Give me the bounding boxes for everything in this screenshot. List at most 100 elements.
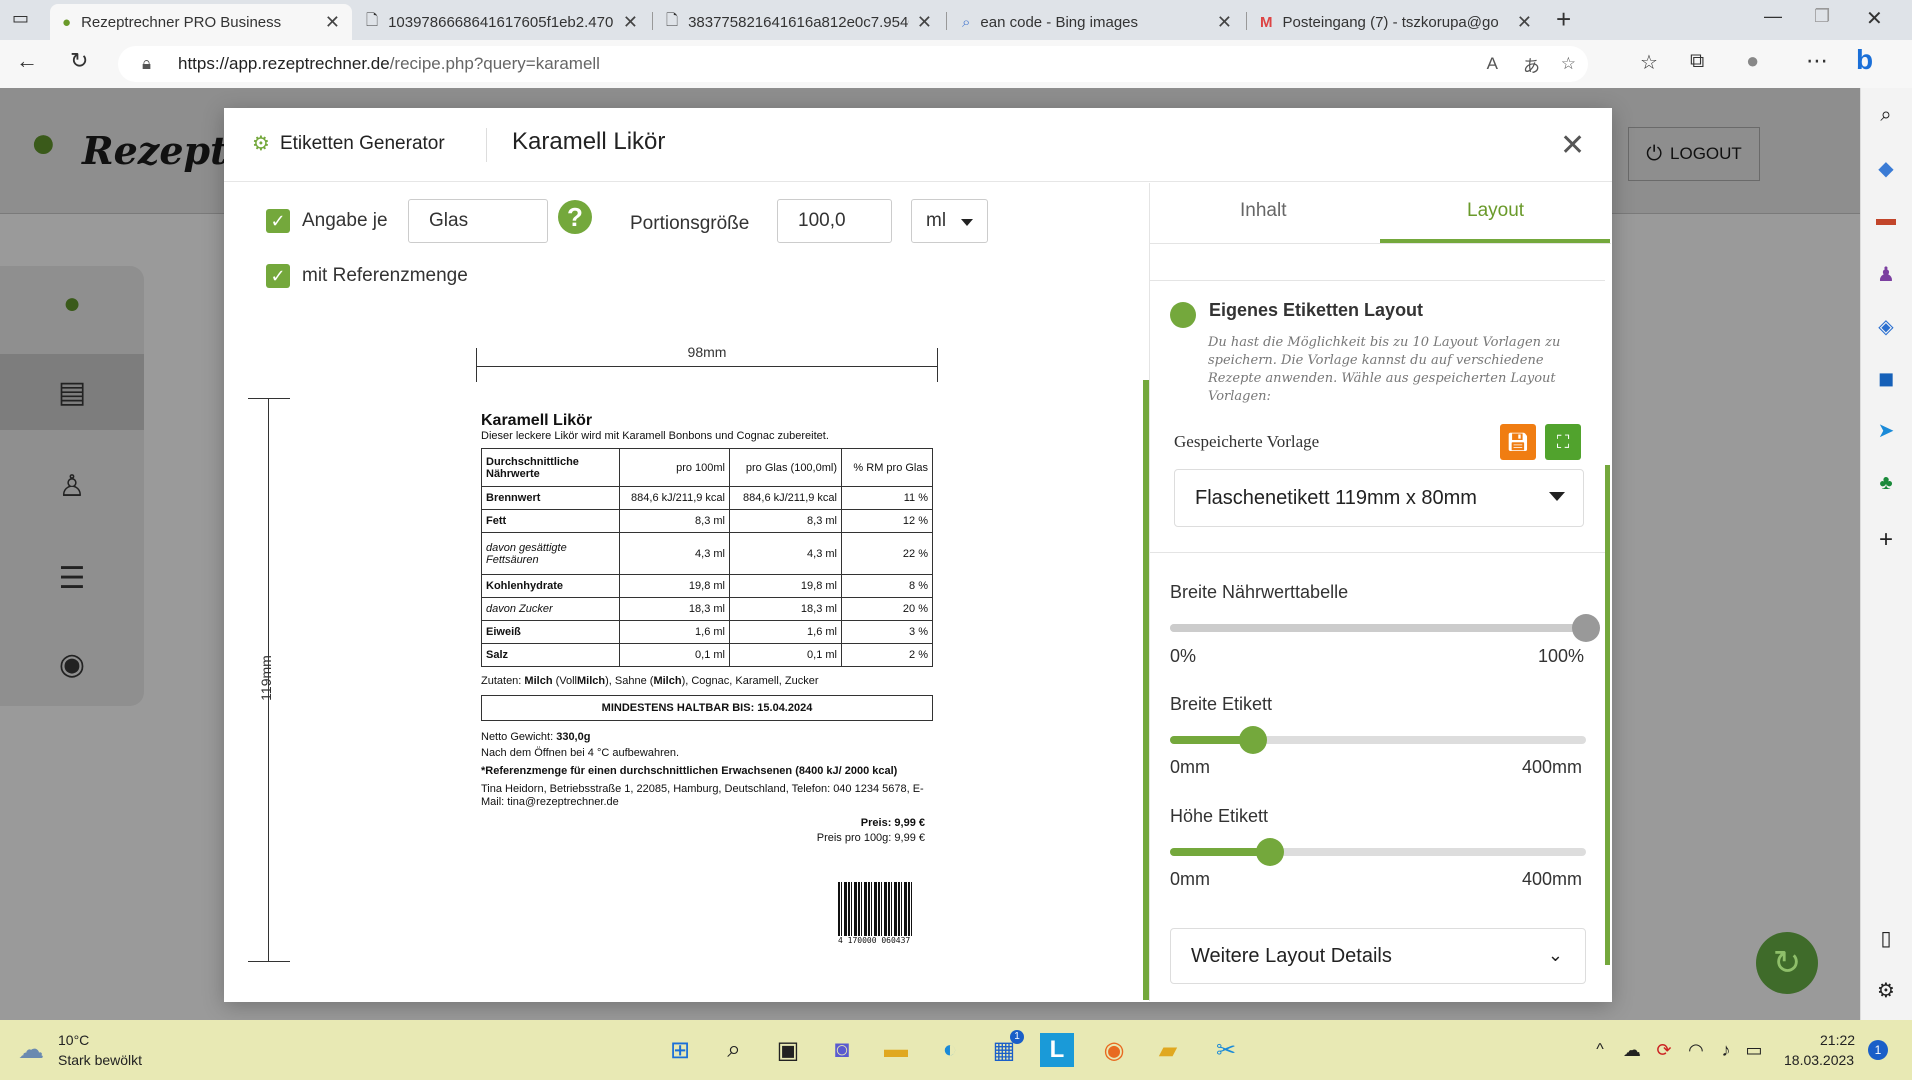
help-question-icon[interactable]: ? [558,200,592,234]
gear-icon: ⚙ [252,133,270,155]
slider1-max: 100% [1538,646,1585,666]
read-aloud-icon[interactable]: A [1487,54,1498,74]
minimize-icon[interactable]: — [1764,6,1782,27]
new-tab-icon[interactable]: + [1556,4,1571,35]
nav-recipe-icon[interactable]: ▤ [0,354,144,430]
clock-date[interactable]: 18.03.2023 [1784,1052,1854,1068]
slider2-knob[interactable] [1239,726,1268,754]
template-select[interactable]: Flaschenetikett 119mm x 80mm [1174,469,1584,527]
slider1-label: Breite Nährwerttabelle [1170,582,1349,602]
tab-inhalt[interactable]: Inhalt [1240,200,1286,222]
close-modal-icon[interactable]: ✕ [1560,128,1585,163]
slider-table-width[interactable] [1170,614,1600,642]
file-explorer-icon[interactable]: ▬ [876,1030,916,1070]
tab-image-2[interactable]: 🗋 383775821641616a812e0c7.9540 ✕ [654,4,944,40]
save-icon: 💾︎ [1506,431,1530,452]
battery-icon[interactable]: ▭ [1734,1030,1774,1070]
store-icon[interactable]: ▦ 1 [984,1030,1024,1070]
layout-radio[interactable] [1170,302,1196,328]
close-tab-icon[interactable]: ✕ [623,12,638,33]
expand-button[interactable]: ⛶ [1545,424,1581,460]
document-favicon-icon: 🗋 [666,11,679,29]
height-mm-label: 119mm [258,655,274,701]
angabe-checkbox[interactable]: ✓ [266,209,290,233]
referenz-checkbox[interactable]: ✓ [266,264,290,288]
nav-dining-icon[interactable]: ◉ [0,626,144,702]
tab-layout[interactable]: Layout [1467,200,1524,222]
slider3-knob[interactable] [1255,838,1284,866]
start-windows-icon[interactable]: ⊞ [660,1030,700,1070]
shopping-tag-icon[interactable]: ◆ [1864,156,1908,181]
save-template-button[interactable]: 💾︎ [1500,424,1536,460]
add-favorite-icon[interactable]: ☆ [1561,54,1576,74]
unit-select[interactable]: ml [911,199,988,243]
tree-icon[interactable]: ♣ [1864,472,1908,495]
slider1-knob[interactable] [1572,614,1600,642]
tab-image-1[interactable]: 🗋 1039786668641617605f1eb2.470 ✕ [354,4,650,40]
tab-rezeptrechner[interactable]: ● Rezeptrechner PRO Business ✕ [50,4,352,40]
refresh-fab-button[interactable]: ↻ [1756,932,1818,994]
close-tab-icon[interactable]: ✕ [1517,12,1532,33]
table-row: Brennwert 884,6 kJ/211,9 kcal 884,6 kJ/211… [481,486,933,510]
search-icon[interactable]: ⌕ [1864,104,1908,127]
clock-time[interactable]: 21:22 [1820,1032,1855,1048]
slider3-min: 0mm [1170,869,1210,889]
slider1-min: 0% [1170,646,1197,666]
teams-chat-icon[interactable]: ◙ [822,1030,862,1070]
close-window-icon[interactable]: ✕ [1866,6,1883,31]
collections-icon[interactable]: ⧉ [1690,50,1704,73]
games-icon[interactable]: ♟ [1864,262,1908,287]
close-tab-icon[interactable]: ✕ [917,12,932,33]
profile-icon[interactable]: ● [1746,48,1759,74]
l-app-icon[interactable]: L [1040,1033,1074,1067]
edge-browser-icon[interactable]: ◐ [930,1030,970,1070]
slider-label-width[interactable] [1170,726,1586,754]
layout-details-dropdown[interactable]: Weitere Layout Details ⌄ [1170,928,1586,984]
refresh-icon[interactable]: ↻ [70,48,88,74]
bing-copilot-icon[interactable]: b [1856,44,1873,76]
logout-button[interactable]: ⏻ LOGOUT [1628,127,1760,181]
notification-badge[interactable]: 1 [1868,1040,1888,1060]
translate-icon[interactable]: あ [1523,52,1540,77]
microsoft365-icon[interactable]: ◈ [1864,314,1908,339]
generator-heading: ⚙ Etiketten Generator [252,132,445,156]
apple-favicon-icon: ● [62,13,72,31]
close-tab-icon[interactable]: ✕ [1217,12,1232,33]
url-field[interactable]: 🔒︎ https://app.rezeptrechner.de/recipe.p… [118,46,1588,82]
tab-actions-icon[interactable]: ▭ [12,8,29,29]
restore-icon[interactable]: ❐ [1814,6,1830,27]
close-tab-icon[interactable]: ✕ [325,12,340,33]
favorites-icon[interactable]: ☆ [1640,50,1658,75]
slider3-label: Höhe Etikett [1170,806,1269,826]
send-icon[interactable]: ➤ [1864,418,1908,443]
taskbar-search-icon[interactable]: ⌕ [714,1030,754,1070]
tab-gmail[interactable]: M Posteingang (7) - tszkorupa@go ✕ [1248,4,1544,40]
price-per-100g: Preis pro 100g: 9,99 € [816,832,925,844]
toolbox-icon[interactable]: ▬ [1864,208,1908,231]
sidebar-toggle-icon[interactable]: ▯ [1864,926,1908,951]
nav-home-apple-icon[interactable]: ● [0,266,144,342]
task-view-icon[interactable]: ▣ [768,1030,808,1070]
back-icon[interactable]: ← [16,48,38,74]
slider-label-height[interactable] [1170,838,1586,866]
browser-tab-strip: ▭ ● Rezeptrechner PRO Business ✕ 🗋 10397… [0,0,1912,40]
height-ruler: 119mm [248,398,290,962]
portion-input[interactable]: 100,0 [777,199,892,243]
table-row: Kohlenhydrate 19,8 ml 19,8 ml 8 % [481,574,933,598]
section-description: Du hast die Möglichkeit bis zu 10 Layout… [1208,335,1561,404]
folder-icon[interactable]: ▰ [1148,1030,1188,1070]
add-app-icon[interactable]: + [1864,526,1908,554]
nav-list-icon[interactable]: ☰ [0,540,144,616]
menu-dots-icon[interactable]: ⋯ [1806,48,1828,74]
firefox-icon[interactable]: ◉ [1094,1030,1134,1070]
nav-user-icon[interactable]: ♙ [0,448,144,524]
app-logo-icon: ● [30,118,57,167]
slider2-max: 400mm [1522,757,1583,777]
document-favicon-icon: 🗋 [366,11,379,29]
tab-bing[interactable]: ⌕ ean code - Bing images ✕ [950,4,1244,40]
angabe-input[interactable]: Glas [408,199,548,243]
label-preview: Karamell Likör Dieser leckere Likör wird… [476,398,938,962]
settings-gear-icon[interactable]: ⚙ [1864,978,1908,1003]
outlook-icon[interactable]: ◼ [1864,366,1908,391]
snipping-tool-icon[interactable]: ✂ [1206,1030,1246,1070]
